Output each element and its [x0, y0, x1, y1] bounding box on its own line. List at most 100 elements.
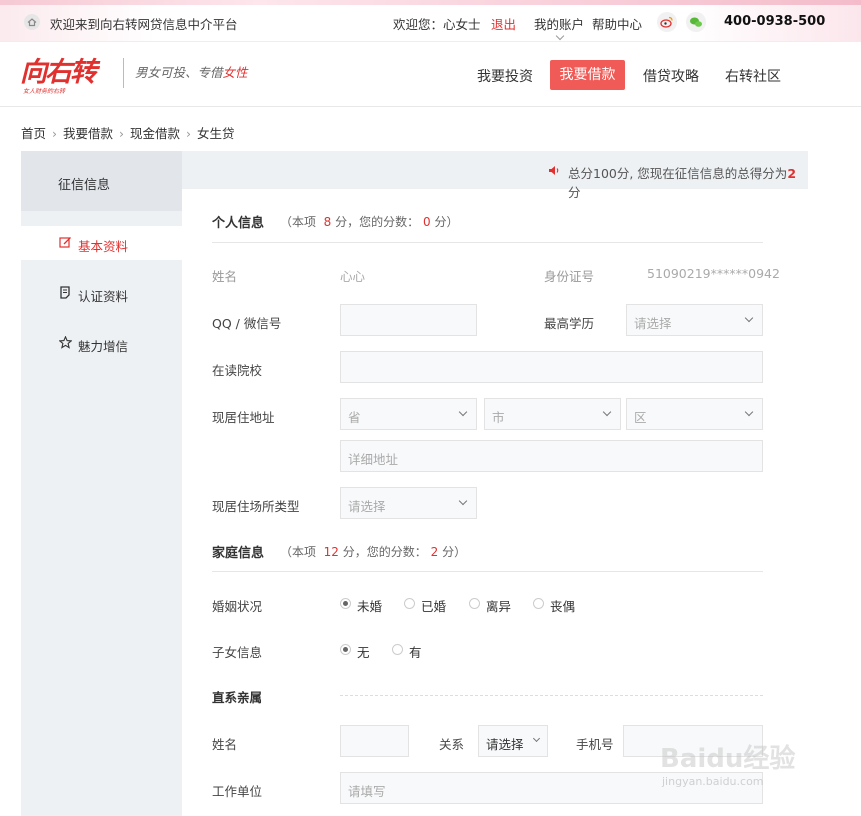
nav-community[interactable]: 右转社区 — [725, 66, 781, 86]
site-logo[interactable]: 向右转 — [20, 50, 97, 89]
province-placeholder: 省 — [348, 410, 361, 425]
radio-has-children[interactable] — [392, 644, 403, 655]
chevron-down-icon — [458, 407, 468, 417]
site-header: 向右转 女人财务的右转 男女可投、专借女性 我要投资 我要借款 借贷攻略 右转社… — [0, 42, 861, 107]
qq-input[interactable] — [340, 304, 477, 336]
sidebar-title: 征信信息 — [58, 178, 111, 193]
family-info-title: 家庭信息 — [212, 546, 265, 561]
breadcrumb-cash-loan[interactable]: 现金借款 — [130, 126, 180, 141]
relation-select[interactable]: 请选择 — [478, 725, 548, 757]
breadcrumb-home[interactable]: 首页 — [21, 126, 46, 141]
housing-type-select[interactable]: 请选择 — [340, 487, 477, 519]
province-select[interactable]: 省 — [340, 398, 477, 430]
relation-label: 关系 — [439, 737, 465, 752]
breadcrumb-borrow[interactable]: 我要借款 — [63, 126, 113, 141]
radio-divorced[interactable] — [469, 598, 480, 609]
note-text: 分，您的分数： — [335, 215, 420, 229]
name-value: 心心 — [340, 269, 366, 284]
notice-suffix: 分 — [568, 185, 581, 200]
housing-type-label: 现居住场所类型 — [212, 499, 300, 514]
work-unit-placeholder: 请填写 — [348, 784, 386, 799]
sidebar-item-label: 认证资料 — [78, 289, 129, 304]
radio-widowed[interactable] — [533, 598, 544, 609]
radio-married[interactable] — [404, 598, 415, 609]
radio-label[interactable]: 未婚 — [357, 596, 382, 615]
welcome-text: 欢迎来到向右转网贷信息中介平台 — [50, 17, 238, 32]
dashed-divider — [340, 695, 763, 696]
baidu-watermark: Baidu经验 — [660, 744, 796, 774]
slogan: 男女可投、专借女性 — [135, 62, 248, 81]
chevron-down-icon — [458, 496, 468, 506]
radio-label[interactable]: 丧偶 — [550, 596, 575, 615]
address-detail-placeholder: 详细地址 — [348, 452, 399, 467]
note-text: 分） — [442, 545, 467, 559]
sidebar-item-verification[interactable]: 认证资料 — [21, 276, 182, 310]
school-label: 在读院校 — [212, 363, 263, 378]
radio-label[interactable]: 有 — [409, 642, 422, 661]
home-icon[interactable] — [24, 14, 40, 30]
education-label: 最高学历 — [544, 316, 595, 331]
score-notice: 总分100分, 您现在征信信息的总得分为2 分 — [182, 151, 808, 200]
document-icon — [60, 286, 70, 299]
family-score: 2 — [430, 545, 439, 559]
nav-guide[interactable]: 借贷攻略 — [643, 66, 699, 86]
star-icon — [59, 336, 72, 349]
address-label: 现居住地址 — [212, 410, 275, 425]
top-bar: 欢迎来到向右转网贷信息中介平台 欢迎您：心女士 退出 我的账户 帮助中心 400… — [0, 0, 861, 42]
personal-info-title: 个人信息 — [212, 216, 265, 231]
sidebar-item-charm-credit[interactable]: 魅力增信 — [21, 326, 182, 360]
nav-borrow[interactable]: 我要借款 — [550, 60, 625, 90]
radio-label[interactable]: 离异 — [486, 596, 511, 615]
city-select[interactable]: 市 — [484, 398, 621, 430]
speaker-icon — [549, 166, 559, 175]
chevron-right-icon: › — [186, 126, 192, 141]
radio-no-children[interactable] — [340, 644, 351, 655]
district-select[interactable]: 区 — [626, 398, 763, 430]
weibo-icon[interactable] — [657, 12, 677, 32]
personal-total: 8 — [323, 215, 332, 229]
score-notice-text: 总分100分, 您现在征信信息的总得分为2 分 — [568, 163, 808, 201]
sidebar: 征信信息 基本资料 认证资料 魅力增信 — [21, 151, 182, 816]
sidebar-header: 征信信息 — [21, 151, 182, 211]
city-placeholder: 市 — [492, 410, 505, 425]
help-center-link[interactable]: 帮助中心 — [592, 14, 642, 33]
radio-label[interactable]: 无 — [357, 642, 370, 661]
personal-score-note: （本项 8 分，您的分数： 0 分） — [280, 213, 458, 230]
note-text: （本项 — [280, 545, 317, 559]
education-select[interactable]: 请选择 — [626, 304, 763, 336]
relation-placeholder: 请选择 — [486, 737, 524, 752]
school-input[interactable] — [340, 351, 763, 383]
chevron-down-icon — [532, 734, 541, 743]
chevron-right-icon: › — [52, 126, 58, 141]
notice-prefix: 总分100分, 您现在征信信息的总得分为 — [568, 166, 788, 181]
sidebar-item-basic-info[interactable]: 基本资料 — [21, 226, 182, 260]
note-text: 分） — [434, 215, 459, 229]
relative-name-label: 姓名 — [212, 737, 238, 752]
breadcrumb-current: 女生贷 — [197, 126, 235, 141]
wechat-icon[interactable] — [686, 12, 706, 32]
slogan-text: 男女可投、专借 — [135, 65, 223, 80]
radio-unmarried[interactable] — [340, 598, 351, 609]
nav-invest[interactable]: 我要投资 — [477, 66, 533, 86]
hotline-number: 400-0938-500 — [724, 14, 826, 29]
chevron-down-icon — [602, 407, 612, 417]
address-detail-input[interactable]: 详细地址 — [340, 440, 763, 472]
logout-link[interactable]: 退出 — [491, 14, 516, 33]
baidu-watermark-url: jingyan.baidu.com — [662, 775, 764, 788]
sidebar-item-label: 基本资料 — [78, 239, 129, 254]
divider — [212, 242, 763, 243]
family-total: 12 — [323, 545, 339, 559]
name-label: 姓名 — [212, 269, 238, 284]
chevron-right-icon: › — [119, 126, 125, 141]
relative-name-input[interactable] — [340, 725, 409, 757]
district-placeholder: 区 — [634, 410, 647, 425]
sidebar-item-label: 魅力增信 — [78, 339, 129, 354]
note-text: 分，您的分数： — [342, 545, 427, 559]
chevron-down-icon — [555, 31, 565, 41]
radio-label[interactable]: 已婚 — [421, 596, 446, 615]
logo-divider — [123, 58, 124, 88]
logo-tagline: 女人财务的右转 — [23, 88, 66, 95]
my-account-link[interactable]: 我的账户 — [534, 14, 584, 33]
qq-label: QQ / 微信号 — [212, 316, 282, 331]
divider — [212, 571, 763, 572]
